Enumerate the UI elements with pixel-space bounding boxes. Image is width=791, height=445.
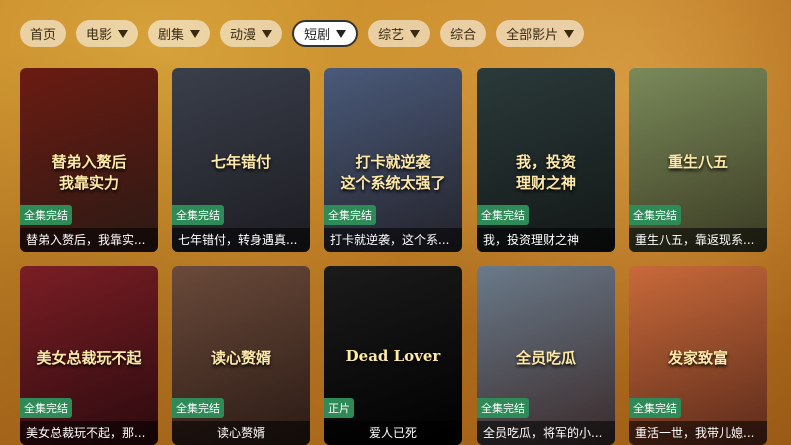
- card-title: 打卡就逆袭，这个系...: [324, 228, 462, 252]
- card-title: 爱人已死: [324, 421, 462, 445]
- category-nav: 首页 电影 剧集 动漫 短剧 综艺 综合 全部影片: [20, 20, 781, 47]
- filter-dropdown-icon: [336, 29, 347, 38]
- card-title: 读心赘婿: [172, 421, 310, 445]
- tab-6[interactable]: 综合: [440, 20, 487, 47]
- tab-label: 短剧: [304, 28, 331, 43]
- filter-dropdown-icon: [410, 29, 421, 38]
- tab-4[interactable]: 短剧: [292, 20, 359, 47]
- filter-dropdown-icon: [118, 29, 129, 38]
- poster-title-art: 打卡就逆袭 这个系统太强了: [340, 152, 446, 192]
- tab-0[interactable]: 首页: [20, 20, 67, 47]
- poster-title-art: 读心赘婿: [210, 348, 271, 367]
- tab-label: 首页: [30, 28, 57, 43]
- status-badge: 全集完结: [20, 398, 72, 418]
- tab-label: 电影: [86, 28, 113, 43]
- video-card[interactable]: 发家致富全集完结重活一世，我带儿媳...: [629, 266, 767, 445]
- filter-dropdown-icon: [262, 29, 273, 38]
- tab-5[interactable]: 综艺: [368, 20, 431, 47]
- card-title: 替弟入赘后，我靠实...: [20, 228, 158, 252]
- video-card[interactable]: 全员吃瓜全集完结全员吃瓜，将军的小...: [477, 266, 615, 445]
- video-card[interactable]: 打卡就逆袭 这个系统太强了全集完结打卡就逆袭，这个系...: [324, 68, 462, 252]
- tab-label: 动漫: [230, 28, 257, 43]
- poster-title-art: 替弟入赘后 我靠实力: [51, 152, 127, 192]
- status-badge: 全集完结: [477, 205, 529, 225]
- tab-label: 全部影片: [506, 28, 559, 43]
- tab-3[interactable]: 动漫: [220, 20, 283, 47]
- tab-label: 综艺: [378, 28, 405, 43]
- poster-title-art: 七年错付: [210, 152, 271, 171]
- card-title: 重生八五，靠返现系...: [629, 228, 767, 252]
- video-card[interactable]: 七年错付全集完结七年错付，转身遇真...: [172, 68, 310, 252]
- card-title: 全员吃瓜，将军的小...: [477, 421, 615, 445]
- poster-title-art: 重生八五: [667, 152, 728, 171]
- status-badge: 全集完结: [477, 398, 529, 418]
- video-card[interactable]: 读心赘婿 全集完结 读心赘婿: [172, 266, 310, 445]
- card-title: 美女总裁玩不起，那...: [20, 421, 158, 445]
- poster-title-art: 美女总裁玩不起: [36, 348, 142, 367]
- status-badge: 全集完结: [172, 398, 224, 418]
- status-badge: 正片: [324, 398, 354, 418]
- tab-7[interactable]: 全部影片: [496, 20, 585, 47]
- video-card[interactable]: 重生八五全集完结重生八五，靠返现系...: [629, 68, 767, 252]
- filter-dropdown-icon: [564, 29, 575, 38]
- filter-dropdown-icon: [190, 29, 201, 38]
- tab-label: 剧集: [158, 28, 185, 43]
- status-badge: 全集完结: [172, 205, 224, 225]
- video-card[interactable]: 美女总裁玩不起全集完结美女总裁玩不起，那...: [20, 266, 158, 445]
- poster-title-art: 我，投资 理财之神: [515, 152, 576, 192]
- poster-title-art: 全员吃瓜: [515, 348, 576, 367]
- video-card[interactable]: 我，投资 理财之神全集完结我，投资理财之神: [477, 68, 615, 252]
- status-badge: 全集完结: [629, 205, 681, 225]
- video-card[interactable]: Dead Lover 正片爱人已死: [324, 266, 462, 445]
- poster-title-art: 发家致富: [667, 348, 728, 367]
- tab-1[interactable]: 电影: [76, 20, 139, 47]
- status-badge: 全集完结: [629, 398, 681, 418]
- poster-title-art: Dead Lover: [345, 346, 441, 365]
- card-title: 七年错付，转身遇真...: [172, 228, 310, 252]
- status-badge: 全集完结: [20, 205, 72, 225]
- video-card[interactable]: 替弟入赘后 我靠实力全集完结替弟入赘后，我靠实...: [20, 68, 158, 252]
- tab-label: 综合: [450, 28, 477, 43]
- card-title: 我，投资理财之神: [477, 228, 615, 252]
- tab-2[interactable]: 剧集: [148, 20, 211, 47]
- status-badge: 全集完结: [324, 205, 376, 225]
- card-title: 重活一世，我带儿媳...: [629, 421, 767, 445]
